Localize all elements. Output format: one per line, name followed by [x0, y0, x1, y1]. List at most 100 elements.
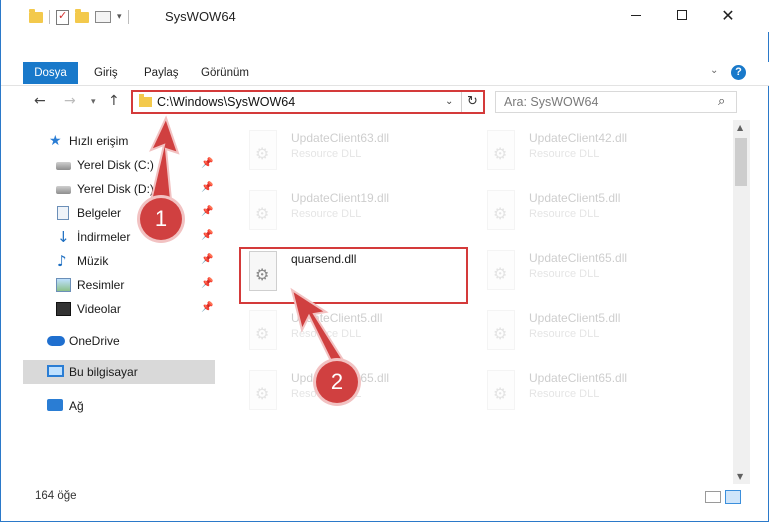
chevron-down-icon[interactable]: ▾	[117, 12, 122, 22]
file-item[interactable]: ⚙ UpdateClient42.dll Resource DLL	[479, 126, 709, 176]
disk-icon	[56, 186, 71, 194]
navigation-pane: ★ Hızlı erişim Yerel Disk (C:) 📌 Yerel D…	[1, 122, 219, 482]
file-type: Resource DLL	[291, 328, 362, 340]
file-item[interactable]: ⚙ UpdateClient5.dll Resource DLL	[479, 306, 709, 356]
file-name: UpdateClient19.dll	[291, 191, 390, 205]
file-name: UpdateClient65.dll	[529, 371, 628, 385]
sidebar-item-quick-access[interactable]: ★ Hızlı erişim	[1, 130, 215, 152]
pictures-icon	[56, 278, 71, 292]
close-button[interactable]: ✕	[705, 0, 751, 30]
tab-view[interactable]: Görünüm	[201, 62, 249, 84]
file-name: UpdateClient42.dll	[529, 131, 628, 145]
file-name: UpdateClient63.dll	[291, 131, 390, 145]
pin-icon[interactable]: 📌	[201, 158, 213, 169]
sidebar-item-pictures[interactable]: Resimler 📌	[1, 274, 215, 296]
computer-icon	[47, 365, 64, 377]
sidebar-item-label: Bu bilgisayar	[69, 365, 138, 379]
file-name: UpdateClient5.dll	[529, 191, 621, 205]
address-bar[interactable]: C:\Windows\SysWOW64 ⌄ ↻	[131, 90, 485, 114]
pin-icon[interactable]: 📌	[201, 254, 213, 265]
file-name: UpdateClient65.dll	[529, 251, 628, 265]
sidebar-item-this-pc[interactable]: Bu bilgisayar	[23, 360, 215, 384]
up-arrow-icon[interactable]: ↑	[108, 93, 120, 109]
file-item[interactable]: ⚙ UpdateClient63.dll Resource DLL	[241, 126, 471, 176]
tab-file[interactable]: Dosya	[23, 62, 78, 84]
search-placeholder: Ara: SysWOW64	[504, 95, 599, 109]
pin-icon[interactable]: 📌	[201, 230, 213, 241]
close-icon: ✕	[721, 5, 735, 25]
sidebar-item-network[interactable]: Ağ	[1, 395, 215, 417]
quick-access-toolbar: ▾	[29, 8, 129, 26]
dll-file-icon: ⚙	[483, 370, 519, 412]
documents-icon	[57, 206, 69, 220]
vertical-scrollbar[interactable]: ▲ ▼	[733, 120, 750, 484]
disk-icon	[56, 162, 71, 170]
videos-icon	[56, 302, 71, 316]
file-item[interactable]: ⚙ UpdateClient5.dll Resource DLL	[479, 186, 709, 236]
dll-file-icon: ⚙	[483, 310, 519, 352]
new-folder-icon[interactable]	[75, 8, 89, 23]
sidebar-item-label: İndirmeler	[77, 230, 131, 244]
pin-icon[interactable]: 📌	[201, 302, 213, 313]
sidebar-item-local-disk-c[interactable]: Yerel Disk (C:) 📌	[1, 154, 215, 176]
back-arrow-icon[interactable]: ←	[34, 93, 46, 109]
dll-file-icon: ⚙	[245, 130, 281, 172]
forward-arrow-icon[interactable]: →	[64, 93, 76, 109]
sidebar-item-label: Belgeler	[77, 206, 122, 220]
dll-file-icon: ⚙	[483, 130, 519, 172]
file-highlight-box	[239, 247, 468, 304]
chevron-down-icon[interactable]: ⌄	[445, 96, 453, 107]
search-icon[interactable]: ⌕	[718, 94, 725, 109]
file-item[interactable]: ⚙ UpdateClient65.dll Resource DLL	[479, 246, 709, 296]
maximize-button[interactable]	[659, 0, 705, 30]
file-item[interactable]: ⚙ UpdateClient65.dll Resource DLL	[479, 366, 709, 416]
tab-share[interactable]: Paylaş	[144, 62, 179, 84]
file-item[interactable]: ⚙ UpdateClient5.dll Resource DLL	[241, 306, 471, 356]
folder-icon	[139, 94, 152, 107]
window-title: SysWOW64	[165, 9, 236, 24]
sidebar-item-downloads[interactable]: ↓ İndirmeler 📌	[1, 226, 215, 248]
folder-icon[interactable]	[29, 8, 43, 23]
scroll-down-icon[interactable]: ▼	[737, 472, 743, 481]
pin-icon[interactable]: 📌	[201, 206, 213, 217]
sidebar-item-documents[interactable]: Belgeler 📌	[1, 202, 215, 224]
toolbar-divider	[127, 10, 129, 24]
tiles-view-icon[interactable]	[725, 490, 741, 504]
minimize-icon	[631, 14, 641, 16]
dll-file-icon: ⚙	[245, 190, 281, 232]
recent-locations-icon[interactable]: ▾	[91, 97, 96, 107]
sidebar-item-label: Videolar	[77, 302, 121, 316]
properties-icon[interactable]	[56, 9, 69, 25]
dll-file-icon: ⚙	[483, 250, 519, 292]
dll-file-icon: ⚙	[483, 190, 519, 232]
scrollbar-thumb[interactable]	[735, 138, 747, 186]
star-icon: ★	[49, 133, 62, 149]
sidebar-item-label: Hızlı erişim	[69, 134, 129, 148]
help-icon[interactable]: ?	[731, 65, 746, 80]
pin-icon[interactable]: 📌	[201, 278, 213, 289]
tab-home[interactable]: Giriş	[94, 62, 118, 84]
file-type: Resource DLL	[291, 148, 362, 160]
refresh-icon[interactable]: ↻	[461, 92, 483, 112]
pin-icon[interactable]: 📌	[201, 182, 213, 193]
file-type: Resource DLL	[529, 148, 600, 160]
minimize-button[interactable]	[613, 0, 659, 30]
item-count: 164 öğe	[35, 490, 77, 502]
file-item[interactable]: ⚙ UpdateClient19.dll Resource DLL	[241, 186, 471, 236]
toolbar-divider	[49, 10, 50, 24]
download-icon: ↓	[57, 228, 70, 246]
search-input[interactable]: Ara: SysWOW64 ⌕	[495, 91, 737, 113]
sidebar-item-onedrive[interactable]: OneDrive	[1, 330, 215, 352]
dll-file-icon: ⚙	[245, 310, 281, 352]
details-view-icon[interactable]	[705, 491, 721, 503]
title-bar: ▾ SysWOW64 ✕	[1, 0, 769, 32]
file-type: Resource DLL	[291, 208, 362, 220]
sidebar-item-music[interactable]: ♪ Müzik 📌	[1, 250, 215, 272]
file-type: Resource DLL	[529, 208, 600, 220]
address-path[interactable]: C:\Windows\SysWOW64	[157, 95, 295, 109]
expand-ribbon-icon[interactable]: ⌄	[710, 65, 718, 76]
scroll-up-icon[interactable]: ▲	[737, 123, 743, 132]
sidebar-item-videos[interactable]: Videolar 📌	[1, 298, 215, 320]
sidebar-item-local-disk-d[interactable]: Yerel Disk (D:) 📌	[1, 178, 215, 200]
customize-icon[interactable]	[95, 11, 111, 23]
